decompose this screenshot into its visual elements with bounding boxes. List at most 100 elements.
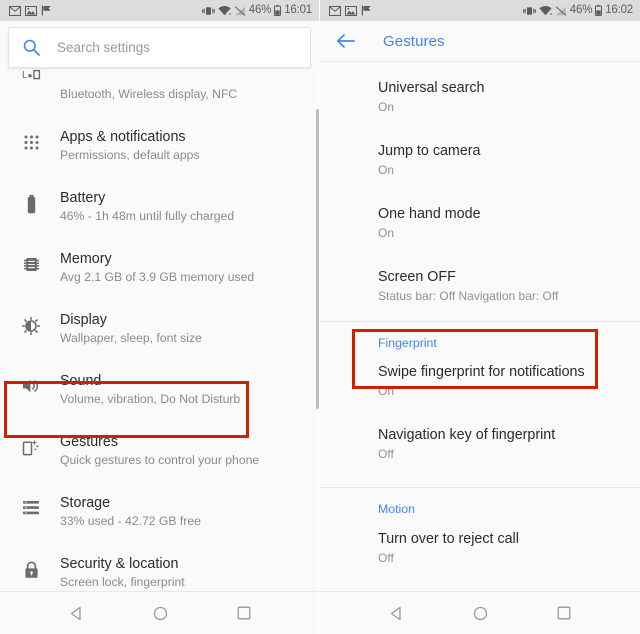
back-triangle-icon[interactable]	[52, 592, 100, 634]
gesture-row-value: On	[378, 384, 395, 398]
settings-row-subtitle: Volume, vibration, Do Not Disturb	[60, 392, 241, 406]
email-icon	[9, 5, 21, 16]
gesture-row-title: Screen OFF	[378, 269, 456, 285]
page-title: Gestures	[383, 32, 445, 50]
connected-devices-icon: L	[14, 67, 48, 86]
svg-text:L: L	[22, 70, 28, 81]
settings-row-title: Battery	[60, 190, 106, 206]
settings-row-memory[interactable]: Memory Avg 2.1 GB of 3.9 GB memory used	[0, 236, 319, 297]
search-input[interactable]	[57, 28, 296, 67]
gesture-row-value: On	[378, 163, 395, 177]
settings-row-sound[interactable]: Sound Volume, vibration, Do Not Disturb	[0, 358, 319, 419]
wifi-icon	[218, 5, 231, 15]
status-bar-notification-icons	[9, 5, 52, 16]
gesture-row-turn-over-reject-call[interactable]: Turn over to reject call Off	[320, 521, 640, 580]
battery-icon	[274, 5, 282, 16]
list-scrollbar[interactable]	[316, 109, 319, 409]
settings-row-title: Display	[60, 312, 107, 328]
vibrate-icon	[522, 6, 536, 15]
section-header-fingerprint: Fingerprint	[378, 336, 437, 350]
clock-label: 16:02	[605, 3, 633, 16]
wifi-icon	[539, 5, 552, 15]
settings-row-subtitle: Permissions, default apps	[60, 148, 200, 162]
settings-row-subtitle: Wallpaper, sleep, font size	[60, 331, 202, 345]
gesture-row-one-hand-mode[interactable]: One hand mode On	[320, 192, 640, 255]
settings-row-battery[interactable]: Battery 46% - 1h 48m until fully charged	[0, 175, 319, 236]
gesture-row-title: Universal search	[378, 80, 485, 96]
settings-row-subtitle: 33% used - 42.72 GB free	[60, 514, 201, 528]
settings-row-gestures[interactable]: Gestures Quick gestures to control your …	[0, 419, 319, 480]
status-bar: 46% 16:01	[0, 0, 319, 21]
navigation-bar	[0, 591, 319, 634]
gesture-row-navigation-key-fingerprint[interactable]: Navigation key of fingerprint Off	[320, 416, 640, 476]
status-bar-system-icons: 46% 16:02	[522, 3, 633, 17]
settings-row-security-location[interactable]: Security & location Screen lock, fingerp…	[0, 541, 319, 591]
vibrate-icon	[201, 6, 215, 15]
gesture-row-value: Status bar: Off Navigation bar: Off	[378, 289, 559, 303]
settings-list[interactable]: L Connected devices Bluetooth, Wireless …	[0, 21, 319, 591]
sound-icon	[14, 369, 48, 394]
gesture-row-value: On	[378, 100, 395, 114]
gesture-row-title: Turn over to reject call	[378, 531, 519, 547]
status-bar-notification-icons	[329, 5, 372, 16]
gesture-row-value: Off	[378, 551, 394, 565]
battery-icon	[595, 5, 603, 16]
left-phone-screen: 46% 16:01 L Connected devices Bluetooth,…	[0, 0, 320, 634]
section-header-motion: Motion	[378, 502, 415, 516]
settings-row-title: Gestures	[60, 434, 119, 450]
gesture-row-universal-search[interactable]: Universal search On	[320, 62, 640, 129]
memory-chip-icon	[14, 247, 48, 273]
gesture-row-title: One hand mode	[378, 206, 481, 222]
settings-row-subtitle: Screen lock, fingerprint	[60, 575, 185, 589]
settings-row-title: Security & location	[60, 556, 179, 572]
settings-row-subtitle: Quick gestures to control your phone	[60, 453, 260, 467]
home-circle-icon[interactable]	[136, 592, 184, 634]
back-arrow-icon[interactable]	[336, 33, 355, 49]
settings-row-storage[interactable]: Storage 33% used - 42.72 GB free	[0, 480, 319, 541]
flag-check-icon	[41, 5, 51, 16]
email-icon	[329, 5, 341, 16]
storage-icon	[14, 491, 48, 516]
settings-row-title: Apps & notifications	[60, 129, 186, 145]
navigation-bar	[320, 591, 640, 634]
lock-icon	[14, 552, 48, 579]
settings-row-subtitle: Avg 2.1 GB of 3.9 GB memory used	[60, 270, 255, 284]
gesture-row-jump-to-camera[interactable]: Jump to camera On	[320, 129, 640, 192]
brightness-icon	[14, 308, 48, 335]
gestures-icon	[14, 430, 48, 457]
apps-grid-icon	[14, 125, 48, 151]
search-bar[interactable]	[8, 27, 311, 68]
settings-row-title: Memory	[60, 251, 112, 267]
gesture-row-swipe-fingerprint[interactable]: Swipe fingerprint for notifications On	[320, 355, 640, 416]
right-phone-screen: 46% 16:02 Gestures Universal search On J…	[320, 0, 640, 634]
battery-icon	[14, 186, 48, 214]
image-icon	[345, 5, 357, 16]
settings-row-connected-devices[interactable]: L Connected devices Bluetooth, Wireless …	[0, 63, 319, 114]
search-icon	[23, 39, 40, 56]
settings-row-subtitle: 46% - 1h 48m until fully charged	[60, 209, 235, 223]
home-circle-icon[interactable]	[456, 592, 504, 634]
battery-percent-label: 46%	[248, 3, 272, 16]
gesture-row-value: Off	[378, 447, 394, 461]
recents-square-icon[interactable]	[540, 592, 588, 634]
settings-row-subtitle: Bluetooth, Wireless display, NFC	[60, 87, 238, 101]
settings-row-title: Storage	[60, 495, 111, 511]
gesture-row-title: Navigation key of fingerprint	[378, 427, 556, 443]
image-icon	[25, 5, 37, 16]
gesture-row-screen-off[interactable]: Screen OFF Status bar: Off Navigation ba…	[320, 255, 640, 318]
gestures-list[interactable]: Universal search On Jump to camera On On…	[320, 62, 640, 613]
status-bar-system-icons: 46% 16:01	[201, 3, 312, 17]
recents-square-icon[interactable]	[220, 592, 268, 634]
settings-row-display[interactable]: Display Wallpaper, sleep, font size	[0, 297, 319, 358]
dual-screenshot-container: 46% 16:01 L Connected devices Bluetooth,…	[0, 0, 640, 634]
signal-off-icon	[234, 5, 246, 16]
app-bar: Gestures	[320, 21, 640, 62]
settings-row-title: Sound	[60, 373, 102, 389]
back-triangle-icon[interactable]	[372, 592, 420, 634]
gesture-row-title: Jump to camera	[378, 143, 481, 159]
flag-check-icon	[361, 5, 371, 16]
battery-percent-label: 46%	[569, 3, 593, 16]
status-bar: 46% 16:02	[320, 0, 640, 21]
gesture-row-value: On	[378, 226, 395, 240]
settings-row-apps-notifications[interactable]: Apps & notifications Permissions, defaul…	[0, 114, 319, 175]
